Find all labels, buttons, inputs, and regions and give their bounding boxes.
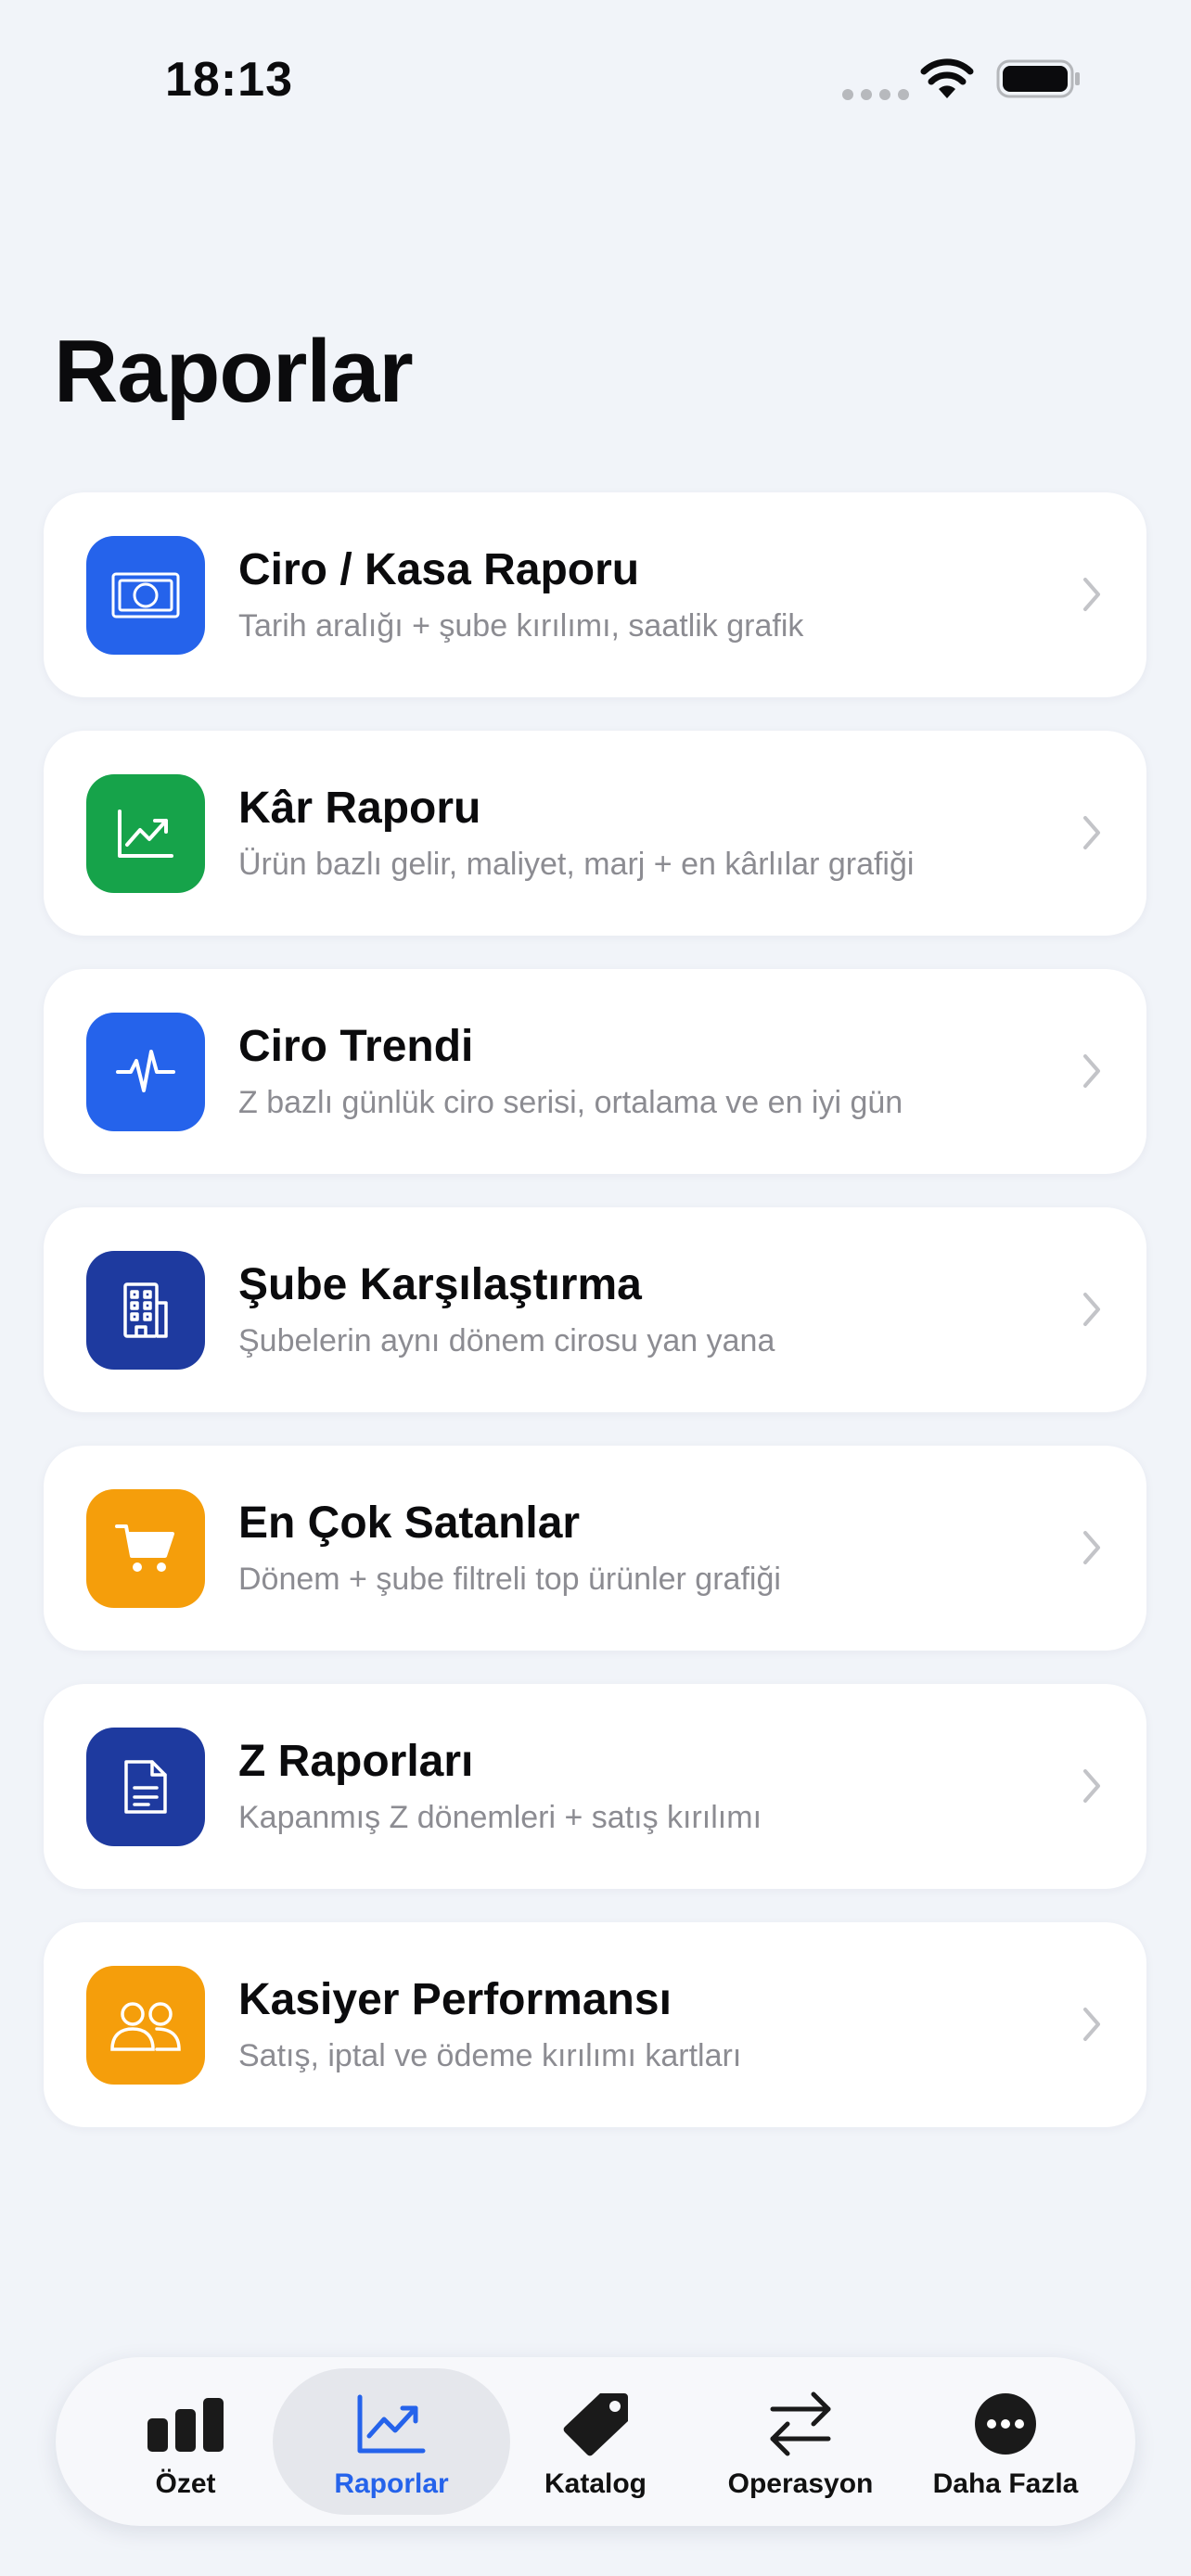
report-card-kar[interactable]: Kâr Raporu Ürün bazlı gelir, maliyet, ma… xyxy=(44,731,1146,936)
chevron-right-icon xyxy=(1083,816,1100,849)
cellular-signal-icon xyxy=(842,89,909,100)
report-card-z-raporlari[interactable]: Z Raporları Kapanmış Z dönemleri + satış… xyxy=(44,1684,1146,1889)
status-bar: 18:13 xyxy=(0,0,1191,158)
card-title: Z Raporları xyxy=(238,1737,474,1786)
tab-icon-wrap xyxy=(273,2387,510,2461)
card-subtitle: Ürün bazlı gelir, maliyet, marj + en kâr… xyxy=(238,847,915,882)
card-icon-bg xyxy=(86,1728,205,1846)
pulse-icon xyxy=(116,1050,175,1092)
card-title: Kasiyer Performansı xyxy=(238,1975,672,2024)
card-subtitle: Şubelerin aynı dönem cirosu yan yana xyxy=(238,1323,775,1358)
cash-icon xyxy=(111,572,180,618)
chevron-right-icon xyxy=(1083,1293,1100,1326)
bottom-tab-bar: Özet Raporlar Katalog Operasyon Daha Faz… xyxy=(56,2357,1135,2526)
report-card-sube-karsilastirma[interactable]: Şube Karşılaştırma Şubelerin aynı dönem … xyxy=(44,1207,1146,1412)
tab-label: Operasyon xyxy=(727,2468,874,2499)
bar-chart-icon xyxy=(147,2398,224,2452)
card-subtitle: Tarih aralığı + şube kırılımı, saatlik g… xyxy=(238,608,804,644)
status-time: 18:13 xyxy=(165,53,293,107)
tab-label: Raporlar xyxy=(334,2468,449,2499)
chevron-right-icon xyxy=(1083,1054,1100,1088)
battery-icon xyxy=(996,59,1080,98)
chevron-right-icon xyxy=(1083,1531,1100,1564)
card-subtitle: Kapanmış Z dönemleri + satış kırılımı xyxy=(238,1800,762,1835)
report-card-kasiyer-performansi[interactable]: Kasiyer Performansı Satış, iptal ve ödem… xyxy=(44,1922,1146,2127)
card-title: Şube Karşılaştırma xyxy=(238,1260,642,1309)
chart-line-up-icon xyxy=(357,2394,426,2454)
tab-label: Özet xyxy=(155,2468,216,2499)
card-subtitle: Dönem + şube filtreli top ürünler grafiğ… xyxy=(238,1562,781,1597)
card-subtitle: Satış, iptal ve ödeme kırılımı kartları xyxy=(238,2038,742,2073)
card-icon-bg xyxy=(86,1489,205,1608)
tab-icon-wrap xyxy=(903,2387,1108,2461)
card-icon-bg xyxy=(86,774,205,893)
tab-label: Daha Fazla xyxy=(932,2468,1079,2499)
report-card-en-cok-satanlar[interactable]: En Çok Satanlar Dönem + şube filtreli to… xyxy=(44,1446,1146,1651)
tab-katalog[interactable]: Katalog xyxy=(493,2368,698,2515)
cart-icon xyxy=(115,1524,174,1572)
tab-icon-wrap xyxy=(698,2387,903,2461)
card-title: Ciro Trendi xyxy=(238,1022,474,1071)
chevron-right-icon xyxy=(1083,578,1100,611)
report-card-ciro-trendi[interactable]: Ciro Trendi Z bazlı günlük ciro serisi, … xyxy=(44,969,1146,1174)
more-icon xyxy=(975,2393,1036,2455)
card-icon-bg xyxy=(86,1966,205,2085)
tab-icon-wrap xyxy=(83,2387,288,2461)
card-icon-bg xyxy=(86,1013,205,1131)
report-list: Ciro / Kasa Raporu Tarih aralığı + şube … xyxy=(44,492,1146,2161)
tab-icon-wrap xyxy=(493,2387,698,2461)
chevron-right-icon xyxy=(1083,2008,1100,2041)
card-icon-bg xyxy=(86,536,205,655)
chevron-right-icon xyxy=(1083,1769,1100,1803)
card-title: En Çok Satanlar xyxy=(238,1498,581,1548)
card-title: Kâr Raporu xyxy=(238,784,481,833)
document-icon xyxy=(124,1760,167,1814)
arrows-swap-icon xyxy=(770,2391,831,2456)
page-title: Raporlar xyxy=(54,322,414,421)
tab-ozet[interactable]: Özet xyxy=(83,2368,288,2515)
card-title: Ciro / Kasa Raporu xyxy=(238,545,640,594)
tab-operasyon[interactable]: Operasyon xyxy=(698,2368,903,2515)
chart-line-up-icon xyxy=(118,810,173,858)
card-subtitle: Z bazlı günlük ciro serisi, ortalama ve … xyxy=(238,1085,903,1120)
tab-raporlar[interactable]: Raporlar xyxy=(273,2368,510,2515)
wifi-icon xyxy=(920,58,974,98)
card-icon-bg xyxy=(86,1251,205,1370)
report-card-ciro-kasa[interactable]: Ciro / Kasa Raporu Tarih aralığı + şube … xyxy=(44,492,1146,697)
tag-icon xyxy=(563,2393,628,2456)
tab-daha-fazla[interactable]: Daha Fazla xyxy=(903,2368,1108,2515)
users-icon xyxy=(110,2002,181,2051)
building-icon xyxy=(123,1282,168,1338)
tab-label: Katalog xyxy=(544,2468,647,2499)
